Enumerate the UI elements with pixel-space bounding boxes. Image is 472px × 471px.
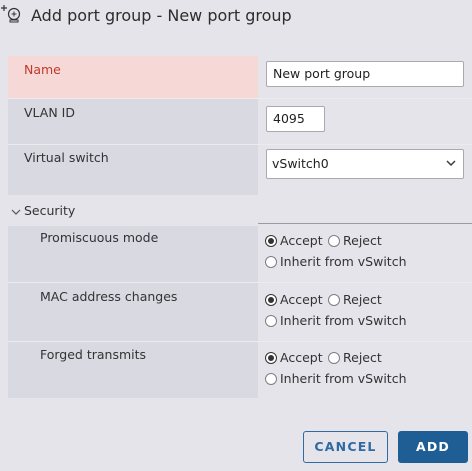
name-input[interactable]: New port group xyxy=(266,61,464,87)
name-label: Name xyxy=(24,62,61,77)
name-value-cell: New port group xyxy=(258,56,472,98)
mac-address-changes-options: Accept Reject Inherit from vSwitch xyxy=(258,283,472,341)
dialog-title: Add port group - New port group xyxy=(31,6,292,25)
radio-label: Inherit from vSwitch xyxy=(280,254,407,269)
name-label-cell: Name xyxy=(8,56,258,98)
radio-label: Reject xyxy=(343,350,382,365)
promiscuous-mode-options: Accept Reject Inherit from vSwitch xyxy=(258,226,472,282)
radio-selected-icon xyxy=(265,235,277,247)
radio-label: Reject xyxy=(343,292,382,307)
virtual-switch-value-cell: vSwitch0 xyxy=(258,145,472,195)
vlan-id-row: VLAN ID 4095 xyxy=(8,99,472,144)
promiscuous-mode-label: Promiscuous mode xyxy=(40,230,159,245)
forged-transmits-label: Forged transmits xyxy=(40,347,147,362)
virtual-switch-selected: vSwitch0 xyxy=(272,156,329,171)
security-section-label: Security xyxy=(24,203,76,218)
port-group-form: Name New port group VLAN ID 4095 Virtual… xyxy=(8,56,472,398)
radio-selected-icon xyxy=(265,352,277,364)
promiscuous-inherit-radio[interactable]: Inherit from vSwitch xyxy=(265,254,407,270)
promiscuous-accept-radio[interactable]: Accept xyxy=(265,233,323,249)
mac-address-changes-label: MAC address changes xyxy=(40,289,178,304)
promiscuous-mode-row: Promiscuous mode Accept Reject Inherit f… xyxy=(8,226,472,282)
radio-icon xyxy=(265,315,277,327)
vlan-id-label-cell: VLAN ID xyxy=(8,99,258,144)
mac-inherit-radio[interactable]: Inherit from vSwitch xyxy=(265,313,407,329)
mac-address-changes-label-cell: MAC address changes xyxy=(8,283,258,341)
security-section-toggle[interactable]: Security xyxy=(8,200,472,226)
virtual-switch-label: Virtual switch xyxy=(24,150,109,165)
virtual-switch-select[interactable]: vSwitch0 xyxy=(266,149,464,179)
radio-icon xyxy=(328,235,340,247)
forged-accept-radio[interactable]: Accept xyxy=(265,350,323,366)
add-port-group-icon xyxy=(1,5,21,23)
dialog-title-bar: Add port group - New port group xyxy=(0,0,472,34)
add-button[interactable]: ADD xyxy=(398,431,468,463)
radio-label: Accept xyxy=(280,233,323,248)
radio-icon xyxy=(328,294,340,306)
promiscuous-mode-label-cell: Promiscuous mode xyxy=(8,226,258,282)
vlan-id-label: VLAN ID xyxy=(24,105,75,120)
virtual-switch-label-cell: Virtual switch xyxy=(8,145,258,195)
chevron-down-icon xyxy=(446,160,456,166)
forged-transmits-options: Accept Reject Inherit from vSwitch xyxy=(258,342,472,398)
radio-label: Inherit from vSwitch xyxy=(280,371,407,386)
mac-address-changes-row: MAC address changes Accept Reject Inheri… xyxy=(8,283,472,341)
forged-reject-radio[interactable]: Reject xyxy=(328,350,382,366)
vlan-id-input[interactable]: 4095 xyxy=(266,106,325,132)
cancel-button[interactable]: CANCEL xyxy=(303,431,388,463)
mac-reject-radio[interactable]: Reject xyxy=(328,292,382,308)
forged-transmits-label-cell: Forged transmits xyxy=(8,342,258,398)
radio-label: Accept xyxy=(280,292,323,307)
vlan-id-value-cell: 4095 xyxy=(258,99,472,144)
chevron-down-icon xyxy=(11,209,21,215)
forged-transmits-row: Forged transmits Accept Reject Inherit f… xyxy=(8,342,472,398)
section-divider xyxy=(258,223,472,224)
forged-inherit-radio[interactable]: Inherit from vSwitch xyxy=(265,371,407,387)
radio-icon xyxy=(265,256,277,268)
mac-accept-radio[interactable]: Accept xyxy=(265,292,323,308)
radio-icon xyxy=(328,352,340,364)
radio-icon xyxy=(265,373,277,385)
radio-selected-icon xyxy=(265,294,277,306)
promiscuous-reject-radio[interactable]: Reject xyxy=(328,233,382,249)
name-row: Name New port group xyxy=(8,56,472,98)
radio-label: Accept xyxy=(280,350,323,365)
radio-label: Inherit from vSwitch xyxy=(280,313,407,328)
radio-label: Reject xyxy=(343,233,382,248)
virtual-switch-row: Virtual switch vSwitch0 xyxy=(8,145,472,195)
